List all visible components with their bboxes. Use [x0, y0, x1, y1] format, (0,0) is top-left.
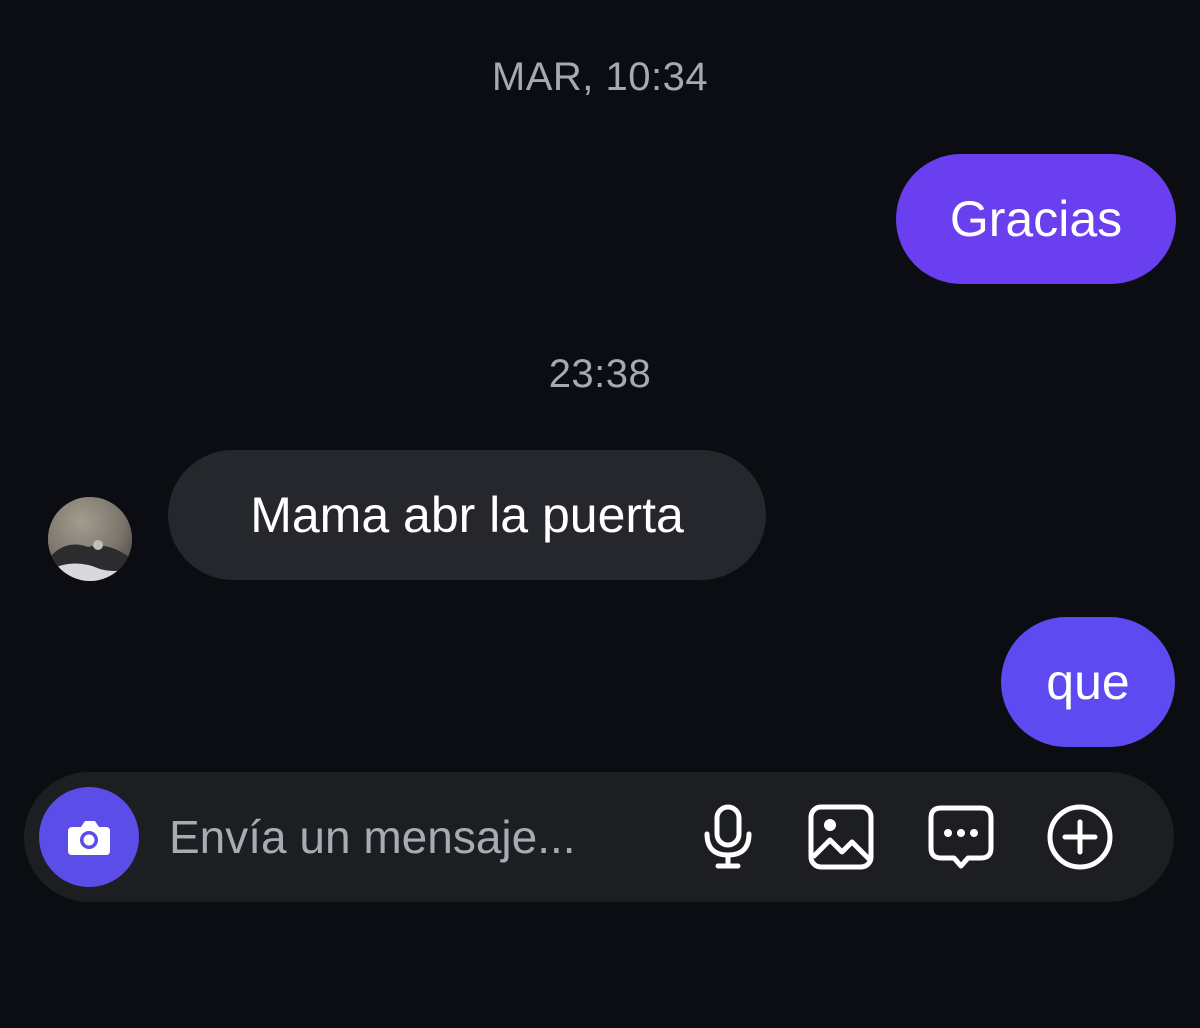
chat-screen: MAR, 10:34 Gracias 23:38 Mama abr la pue…: [0, 0, 1200, 1028]
gallery-icon: [808, 804, 874, 870]
outgoing-message-bubble[interactable]: Gracias: [896, 154, 1176, 284]
timestamp: MAR, 10:34: [491, 55, 709, 99]
add-button[interactable]: [1045, 802, 1115, 872]
sticker-icon: [928, 805, 994, 869]
timestamp: 23:38: [548, 352, 652, 396]
sticker-button[interactable]: [926, 802, 996, 872]
microphone-icon: [704, 804, 752, 869]
camera-icon: [68, 821, 110, 855]
outgoing-message-bubble[interactable]: que: [1001, 617, 1175, 747]
camera-button[interactable]: [39, 787, 139, 887]
gallery-button[interactable]: [806, 802, 876, 872]
message-input[interactable]: Envía un mensaje...: [169, 802, 689, 872]
avatar-photo: [48, 497, 132, 581]
incoming-message-bubble[interactable]: Mama abr la puerta: [168, 450, 766, 580]
add-icon: [1047, 804, 1113, 870]
message-composer: Envía un mensaje...: [24, 772, 1174, 902]
avatar[interactable]: [48, 497, 132, 581]
microphone-button[interactable]: [693, 802, 763, 872]
